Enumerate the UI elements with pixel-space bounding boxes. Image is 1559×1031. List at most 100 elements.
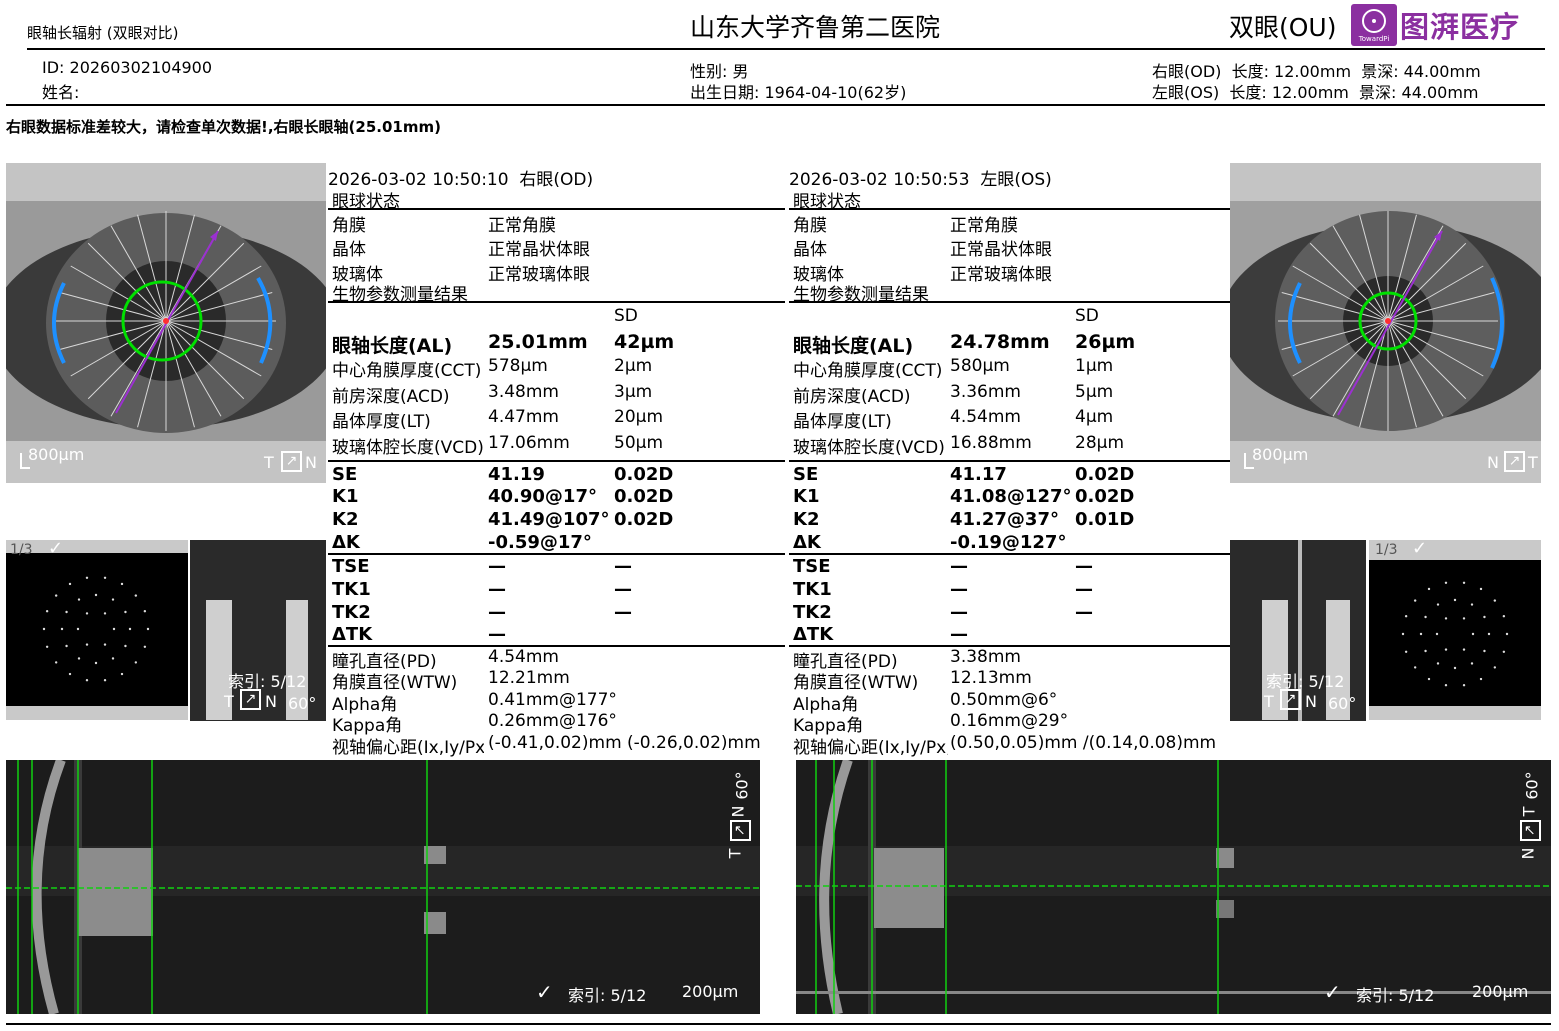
kera-dot bbox=[1462, 581, 1466, 584]
kera-dot bbox=[1413, 599, 1417, 602]
os-kera-sd: 0.02D bbox=[1075, 464, 1135, 485]
os-sd-header: SD bbox=[1075, 306, 1099, 326]
od-state-value: 正常角膜 bbox=[488, 216, 556, 236]
os-kera-sd: 0.01D bbox=[1075, 509, 1135, 530]
kera-dot bbox=[1505, 632, 1509, 636]
od-extra-value: 12.21mm bbox=[488, 668, 570, 688]
kera-dot bbox=[65, 644, 68, 648]
os-tkera-key: TK2 bbox=[793, 602, 832, 623]
kera-dot bbox=[103, 612, 107, 615]
kera-dot bbox=[134, 594, 138, 597]
kera-dot bbox=[94, 593, 98, 597]
od-kera-key: K2 bbox=[332, 509, 359, 530]
os-measure-key: 中心角膜厚度(CCT) bbox=[793, 361, 943, 381]
os-state-key: 晶体 bbox=[793, 240, 827, 260]
os-tkera-value: — bbox=[950, 556, 968, 577]
od-measure-sd: 50µm bbox=[614, 433, 664, 453]
kera-dot bbox=[1444, 581, 1448, 584]
kera-dot bbox=[1453, 666, 1457, 670]
header-divider bbox=[27, 48, 1545, 50]
kera-dot bbox=[1444, 617, 1448, 620]
kera-dot bbox=[120, 582, 124, 586]
os-scan-scale: 200µm bbox=[1472, 982, 1529, 1001]
hospital-name: 山东大学齐鲁第二医院 bbox=[690, 13, 941, 42]
od-scan-orient-t: T bbox=[725, 848, 745, 859]
os-measure-sd: 28µm bbox=[1075, 433, 1125, 453]
os-tkera-key: TSE bbox=[793, 556, 831, 577]
od-measure-sd: 20µm bbox=[614, 407, 664, 427]
os-scan-orient-n: N bbox=[1518, 847, 1538, 860]
kera-dot bbox=[54, 594, 58, 597]
kera-dot bbox=[103, 576, 107, 579]
os-extra-value: 0.50mm@6° bbox=[950, 690, 1058, 710]
os-tkera-key: TK1 bbox=[793, 579, 832, 600]
os-keratometry-image bbox=[1369, 560, 1541, 706]
od-scan-scale: 200µm bbox=[682, 982, 739, 1001]
kera-dot bbox=[111, 598, 115, 601]
od-thumb-t: T bbox=[224, 692, 234, 711]
os-kera-key: K2 bbox=[793, 509, 820, 530]
os-scan-check-icon: ✓ bbox=[1324, 980, 1341, 1004]
kera-dot bbox=[1502, 615, 1506, 618]
os-measure-key: 晶体厚度(LT) bbox=[793, 412, 892, 432]
kera-dot bbox=[1453, 598, 1457, 602]
os-kera-sd: 0.02D bbox=[1075, 486, 1135, 507]
od-extra-value: (-0.41,0.02)mm (-0.26,0.02)mm bbox=[488, 733, 761, 753]
kera-dot bbox=[68, 672, 72, 676]
kera-dot bbox=[77, 598, 81, 601]
od-orient-arrow-icon: ↗ bbox=[281, 451, 302, 472]
kera-dot bbox=[1427, 587, 1431, 591]
os-kera-value: 41.17 bbox=[950, 464, 1007, 485]
kera-dot bbox=[85, 643, 89, 646]
logo-small-text: TowardPi bbox=[1358, 35, 1390, 43]
kera-dot bbox=[1436, 662, 1440, 665]
kera-dot bbox=[143, 645, 147, 648]
os-scan-settings: 左眼(OS) 长度: 12.00mm 景深: 44.00mm bbox=[1152, 83, 1479, 102]
od-keratometry-image bbox=[6, 553, 188, 706]
kera-dot bbox=[85, 612, 89, 615]
od-tkera-value: — bbox=[488, 579, 506, 600]
od-state-key: 角膜 bbox=[332, 216, 366, 236]
od-tkera-sd: — bbox=[614, 579, 632, 600]
kera-dot bbox=[1427, 677, 1431, 681]
kera-dot bbox=[103, 643, 107, 646]
od-kera-sd: 0.02D bbox=[614, 464, 674, 485]
kera-dot bbox=[42, 627, 46, 631]
kera-dot bbox=[1435, 632, 1439, 636]
os-state-value: 正常玻璃体眼 bbox=[950, 265, 1052, 285]
od-tkera-key: TK2 bbox=[332, 602, 371, 623]
os-tkera-value: — bbox=[950, 602, 968, 623]
os-tkera-sd: — bbox=[1075, 602, 1093, 623]
od-scale-label: 800µm bbox=[28, 445, 85, 464]
kera-dot bbox=[85, 679, 89, 682]
kera-dot bbox=[1487, 632, 1491, 636]
od-measure-value: 578µm bbox=[488, 356, 548, 376]
kera-dot bbox=[1493, 599, 1497, 602]
os-state-key: 角膜 bbox=[793, 216, 827, 236]
od-kera-key: K1 bbox=[332, 486, 359, 507]
footer-divider bbox=[6, 1023, 1551, 1025]
os-orient-arrow-icon: ↗ bbox=[1504, 451, 1525, 472]
os-orient-n: N bbox=[1487, 453, 1499, 472]
os-thumb-index: 索引: 5/12 bbox=[1266, 672, 1345, 691]
kera-dot bbox=[45, 610, 49, 613]
od-tkera-sd: — bbox=[614, 602, 632, 623]
os-scale-label: 800µm bbox=[1252, 445, 1309, 464]
os-measure-value: 16.88mm bbox=[950, 433, 1032, 453]
kera-dot bbox=[1479, 587, 1483, 591]
os-extra-value: 12.13mm bbox=[950, 668, 1032, 688]
os-scan-orient-t: T bbox=[1519, 806, 1539, 817]
od-extra-value: 4.54mm bbox=[488, 647, 559, 667]
kera-dot bbox=[1404, 615, 1408, 618]
os-measure-value: 580µm bbox=[950, 356, 1010, 376]
kera-dot bbox=[1404, 650, 1408, 653]
os-thumb-angle: 60° bbox=[1328, 694, 1357, 713]
od-scan-angle: 60° bbox=[732, 771, 752, 800]
os-tkera-sd: — bbox=[1075, 579, 1093, 600]
od-kera-check-icon: ✓ bbox=[48, 538, 64, 559]
od-extra-value: 0.26mm@176° bbox=[488, 711, 617, 731]
os-kera-value: 41.08@127° bbox=[950, 486, 1072, 507]
os-tkera-value: — bbox=[950, 624, 968, 645]
od-measure-sd: 42µm bbox=[614, 331, 675, 353]
kera-dot bbox=[1483, 649, 1486, 653]
